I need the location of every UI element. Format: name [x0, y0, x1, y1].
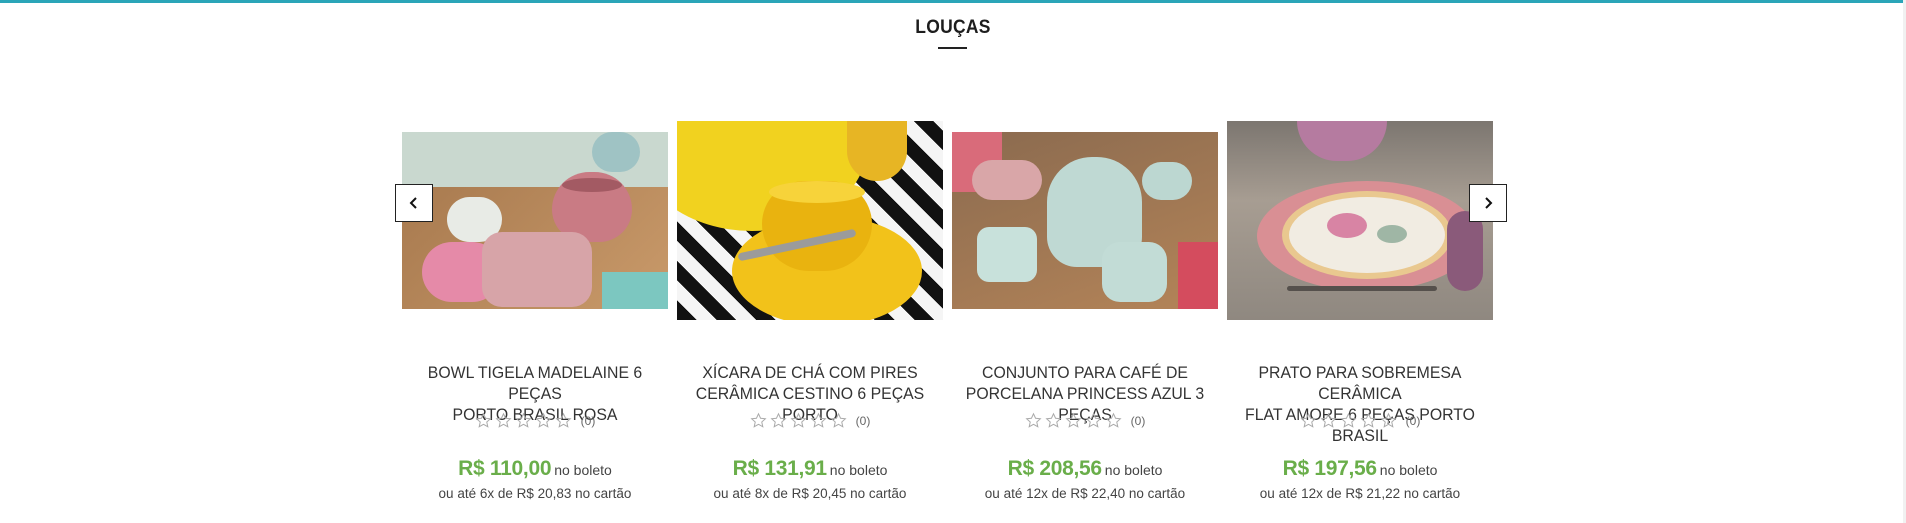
- star-outline-icon: [1105, 412, 1122, 428]
- price-line: R$ 197,56 no boleto: [1227, 457, 1493, 481]
- star-outline-icon: [750, 412, 767, 428]
- price-line: R$ 110,00 no boleto: [402, 457, 668, 481]
- price-line: R$ 208,56 no boleto: [952, 457, 1218, 481]
- chevron-left-icon: [409, 197, 417, 209]
- rating-stars: (0): [952, 412, 1218, 429]
- star-outline-icon: [1360, 412, 1377, 428]
- product-card[interactable]: XÍCARA DE CHÁ COM PIRES CERÂMICA CESTINO…: [677, 0, 943, 523]
- product-price: R$ 208,56: [1007, 457, 1103, 480]
- installment-info: ou até 12x de R$ 22,40 no cartão: [984, 486, 1186, 501]
- product-price: R$ 131,91: [732, 457, 828, 480]
- star-outline-icon: [475, 412, 492, 428]
- price-line: R$ 131,91 no boleto: [677, 457, 943, 481]
- installment-info: ou até 12x de R$ 21,22 no cartão: [1259, 486, 1461, 501]
- star-outline-icon: [790, 412, 807, 428]
- product-name[interactable]: PRATO PARA SOBREMESA CERÂMICA FLAT AMORE…: [1231, 362, 1490, 446]
- price-suffix: no boleto: [554, 462, 612, 478]
- rating-stars: (0): [677, 412, 943, 429]
- rating-count: (0): [1405, 413, 1421, 428]
- star-outline-icon: [1085, 412, 1102, 428]
- star-outline-icon: [830, 412, 847, 428]
- star-outline-icon: [495, 412, 512, 428]
- product-card[interactable]: PRATO PARA SOBREMESA CERÂMICA FLAT AMORE…: [1227, 0, 1493, 523]
- rating-count: (0): [580, 413, 596, 428]
- price-suffix: no boleto: [1104, 462, 1163, 478]
- installment-info: ou até 8x de R$ 20,45 no cartão: [713, 486, 907, 501]
- chevron-right-icon: [1485, 197, 1493, 209]
- price-suffix: no boleto: [1379, 462, 1438, 478]
- rating-stars: (0): [1227, 412, 1493, 429]
- product-image[interactable]: [677, 121, 943, 320]
- star-outline-icon: [555, 412, 572, 428]
- carousel-prev-button[interactable]: [395, 184, 433, 222]
- star-outline-icon: [810, 412, 827, 428]
- star-outline-icon: [535, 412, 552, 428]
- rating-count: (0): [855, 413, 871, 428]
- product-carousel: BOWL TIGELA MADELAINE 6 PEÇAS PORTO BRAS…: [0, 0, 1906, 523]
- star-outline-icon: [770, 412, 787, 428]
- product-image[interactable]: [402, 132, 668, 309]
- product-price: R$ 110,00: [458, 457, 552, 480]
- star-outline-icon: [515, 412, 532, 428]
- product-image[interactable]: [1227, 121, 1493, 320]
- product-card[interactable]: BOWL TIGELA MADELAINE 6 PEÇAS PORTO BRAS…: [402, 0, 668, 523]
- product-image[interactable]: [952, 132, 1218, 309]
- star-outline-icon: [1380, 412, 1397, 428]
- star-outline-icon: [1300, 412, 1317, 428]
- price-suffix: no boleto: [829, 462, 888, 478]
- installment-info: ou até 6x de R$ 20,83 no cartão: [438, 486, 632, 501]
- product-price: R$ 197,56: [1282, 457, 1378, 480]
- star-outline-icon: [1025, 412, 1042, 428]
- star-outline-icon: [1045, 412, 1062, 428]
- rating-stars: (0): [402, 412, 668, 429]
- star-outline-icon: [1065, 412, 1082, 428]
- star-outline-icon: [1340, 412, 1357, 428]
- rating-count: (0): [1130, 413, 1146, 428]
- carousel-next-button[interactable]: [1469, 184, 1507, 222]
- star-outline-icon: [1320, 412, 1337, 428]
- product-card[interactable]: CONJUNTO PARA CAFÉ DE PORCELANA PRINCESS…: [952, 0, 1218, 523]
